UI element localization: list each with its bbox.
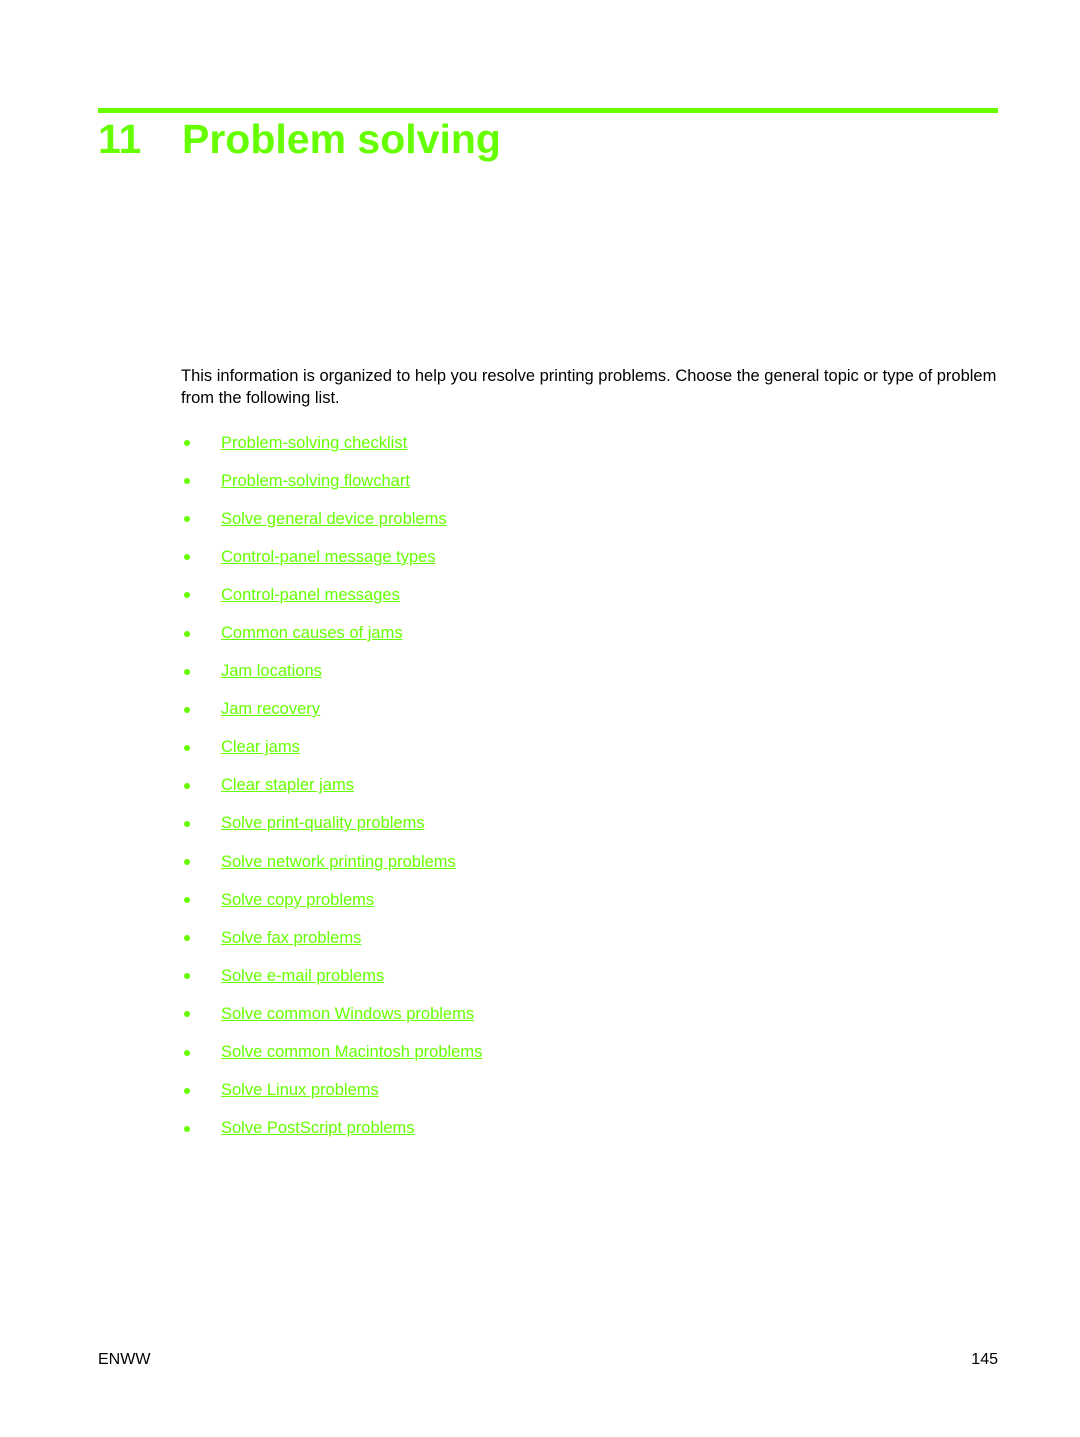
topic-list-item: Problem-solving checklist xyxy=(181,424,482,462)
intro-paragraph: This information is organized to help yo… xyxy=(181,367,997,407)
topic-link[interactable]: Solve Linux problems xyxy=(221,1081,379,1100)
topic-list-item: Solve print-quality problems xyxy=(181,805,482,843)
bullet-icon xyxy=(184,440,190,447)
bullet-icon xyxy=(184,935,190,942)
topic-link[interactable]: Problem-solving checklist xyxy=(221,434,407,453)
topic-link[interactable]: Solve general device problems xyxy=(221,510,447,529)
topic-list-item: Solve e-mail problems xyxy=(181,957,482,995)
topic-list-item: Control-panel messages xyxy=(181,576,482,614)
topic-list-item: Solve general device problems xyxy=(181,500,482,538)
topic-list-item: Solve common Windows problems xyxy=(181,995,482,1033)
topic-link[interactable]: Solve print-quality problems xyxy=(221,814,425,833)
bullet-icon xyxy=(184,820,190,827)
topic-list-item: Common causes of jams xyxy=(181,614,482,652)
bullet-icon xyxy=(184,897,190,904)
topic-link[interactable]: Problem-solving flowchart xyxy=(221,472,410,491)
topic-list-item: Jam recovery xyxy=(181,691,482,729)
topic-link[interactable]: Solve e-mail problems xyxy=(221,967,384,986)
bullet-icon xyxy=(184,859,190,866)
topic-link[interactable]: Solve copy problems xyxy=(221,891,374,910)
topic-link[interactable]: Clear jams xyxy=(221,738,300,757)
bullet-icon xyxy=(184,478,190,485)
topic-link[interactable]: Solve PostScript problems xyxy=(221,1119,415,1138)
bullet-icon xyxy=(184,1125,190,1132)
bullet-icon xyxy=(184,1049,190,1056)
topic-list-item: Solve common Macintosh problems xyxy=(181,1034,482,1072)
bullet-icon xyxy=(184,973,190,980)
topic-link[interactable]: Jam recovery xyxy=(221,700,320,719)
bullet-icon xyxy=(184,744,190,751)
bullet-icon xyxy=(184,630,190,637)
chapter-rule xyxy=(98,108,998,113)
bullet-icon xyxy=(184,668,190,675)
bullet-icon xyxy=(184,782,190,789)
topic-link[interactable]: Solve network printing problems xyxy=(221,853,456,872)
topic-list: Problem-solving checklist Problem-solving… xyxy=(181,424,482,1148)
topic-list-item: Solve PostScript problems xyxy=(181,1110,482,1148)
topic-link[interactable]: Clear stapler jams xyxy=(221,776,354,795)
page-number: 145 xyxy=(971,1351,998,1368)
topic-list-item: Clear stapler jams xyxy=(181,767,482,805)
topic-list-item: Solve fax problems xyxy=(181,919,482,957)
topic-link[interactable]: Jam locations xyxy=(221,662,322,681)
topic-link[interactable]: Control-panel messages xyxy=(221,586,400,605)
topic-link[interactable]: Common causes of jams xyxy=(221,624,403,643)
topic-link[interactable]: Solve fax problems xyxy=(221,929,361,948)
chapter-number: 11 xyxy=(98,116,142,162)
topic-list-item: Control-panel message types xyxy=(181,538,482,576)
bullet-icon xyxy=(184,554,190,561)
footer-label: ENWW xyxy=(98,1351,151,1368)
topic-list-item: Jam locations xyxy=(181,653,482,691)
chapter-title: 11 Problem solving xyxy=(98,116,501,163)
topic-list-item: Problem-solving flowchart xyxy=(181,462,482,500)
bullet-icon xyxy=(184,516,190,523)
bullet-icon xyxy=(184,706,190,713)
bullet-icon xyxy=(184,1011,190,1018)
chapter-title-text: Problem solving xyxy=(182,116,501,162)
topic-list-item: Solve network printing problems xyxy=(181,843,482,881)
bullet-icon xyxy=(184,1087,190,1094)
topic-link[interactable]: Solve common Macintosh problems xyxy=(221,1043,482,1062)
bullet-icon xyxy=(184,592,190,599)
topic-link[interactable]: Solve common Windows problems xyxy=(221,1005,474,1024)
topic-link[interactable]: Control-panel message types xyxy=(221,548,436,567)
topic-list-item: Solve Linux problems xyxy=(181,1072,482,1110)
topic-list-item: Clear jams xyxy=(181,729,482,767)
topic-list-item: Solve copy problems xyxy=(181,881,482,919)
